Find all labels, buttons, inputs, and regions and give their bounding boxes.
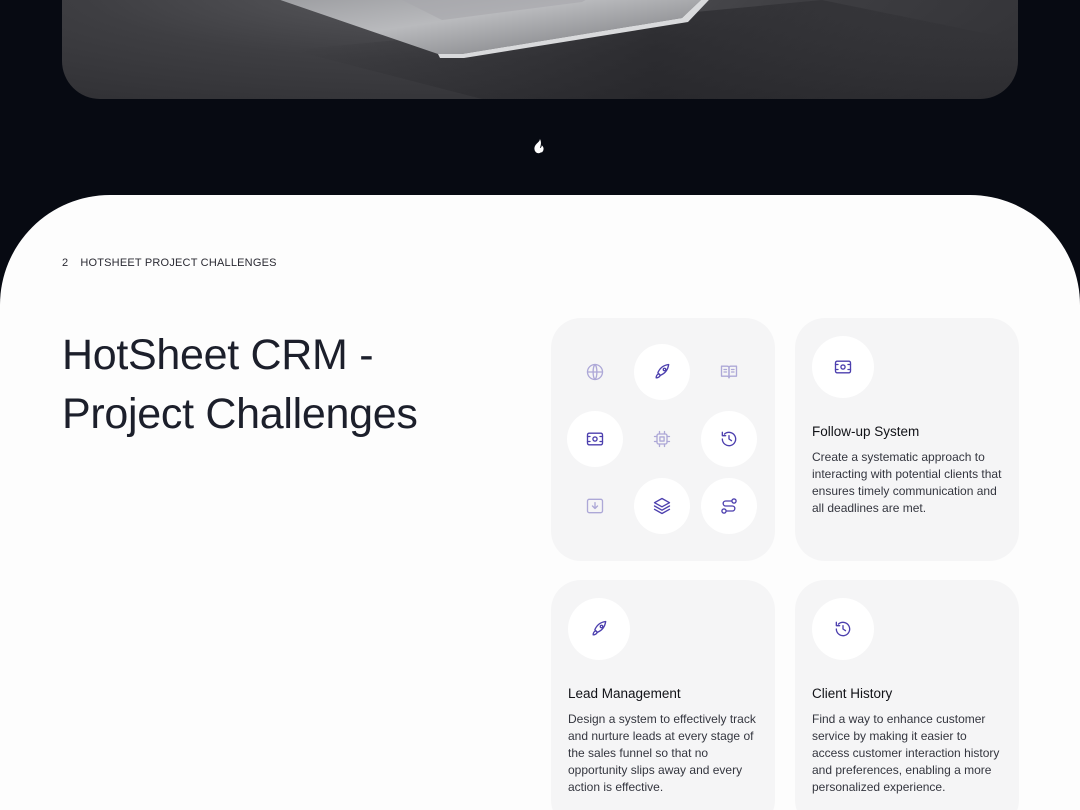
rocket-icon — [568, 598, 630, 660]
ticket-icon — [567, 411, 623, 467]
globe-icon — [567, 344, 623, 400]
card-title: Lead Management — [568, 686, 681, 701]
icon-grid-card — [551, 318, 775, 561]
follow-up-card: Follow-up System Create a systematic app… — [795, 318, 1019, 561]
history-icon — [701, 411, 757, 467]
rocket-icon — [634, 344, 690, 400]
flame-logo-icon — [533, 138, 544, 155]
section-name: HOTSHEET PROJECT CHALLENGES — [80, 257, 277, 269]
card-title: Follow-up System — [812, 424, 920, 439]
client-history-card: Client History Find a way to enhance cus… — [795, 580, 1019, 810]
card-description: Create a systematic approach to interact… — [812, 450, 1002, 515]
hero-image — [62, 0, 1018, 99]
lead-management-card: Lead Management Design a system to effec… — [551, 580, 775, 810]
section-label: 2 HOTSHEET PROJECT CHALLENGES — [62, 257, 277, 269]
download-icon — [567, 478, 623, 534]
card-title: Client History — [812, 686, 893, 701]
cpu-icon — [634, 411, 690, 467]
layers-icon — [634, 478, 690, 534]
history-icon — [812, 598, 874, 660]
laptop-illustration — [280, 0, 1018, 99]
card-description: Design a system to effectively track and… — [568, 712, 756, 794]
section-number: 2 — [62, 257, 69, 269]
icon-grid — [567, 344, 757, 534]
card-description: Find a way to enhance customer service b… — [812, 712, 1000, 794]
ticket-icon — [812, 336, 874, 398]
page-title: HotSheet CRM - Project Challenges — [62, 331, 418, 438]
route-icon — [701, 478, 757, 534]
book-icon — [701, 344, 757, 400]
